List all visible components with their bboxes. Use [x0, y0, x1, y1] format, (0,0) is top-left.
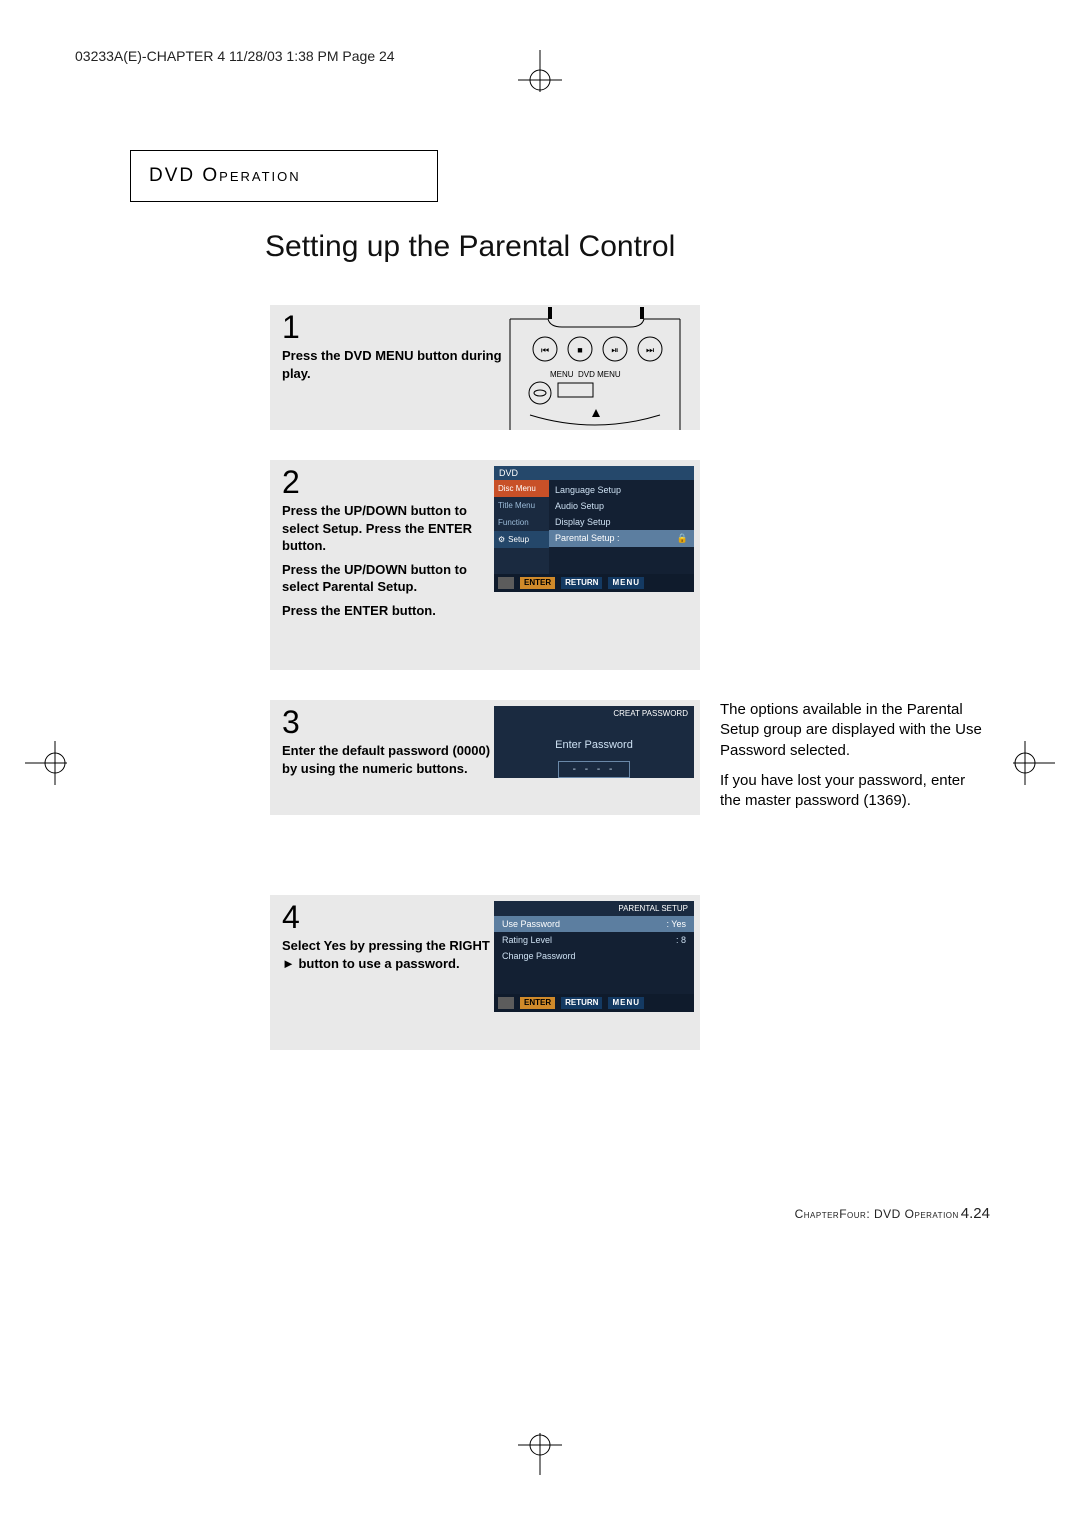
step-3-osd: CREAT PASSWORD Enter Password - - - - [490, 700, 700, 815]
remote-label-menu: MENU [550, 370, 574, 379]
step-3: 3 Enter the default password (0000) by u… [270, 700, 700, 815]
osd4-menu-badge: MENU [608, 997, 644, 1009]
svg-text:⏭: ⏭ [646, 345, 654, 355]
step-1-number: 1 [282, 309, 300, 346]
step-3-number: 3 [282, 704, 300, 741]
page-footer: ChapterFour: DVD Operation4.24 [795, 1205, 990, 1222]
step-4-osd: PARENTAL SETUP Use Password : Yes Rating… [490, 895, 700, 1050]
osd2-top: DVD [494, 466, 694, 480]
footer-section: : DVD Operation [866, 1207, 958, 1221]
step-4-text: Select Yes by pressing the RIGHT ► butto… [282, 937, 502, 972]
step-4: 4 Select Yes by pressing the RIGHT ► but… [270, 895, 700, 1050]
remote-label-dvdmenu: DVD MENU [578, 370, 621, 379]
osd2-row-audio: Audio Setup [549, 498, 694, 514]
osd4-row-1-k: Rating Level [502, 935, 552, 945]
print-header: 03233A(E)-CHAPTER 4 11/28/03 1:38 PM Pag… [75, 48, 395, 64]
osd3-password-mask: - - - - [558, 761, 630, 778]
step-2: 2 Press the UP/DOWN button to select Set… [270, 460, 700, 670]
osd4-row-2-k: Change Password [502, 951, 576, 961]
osd3-title: CREAT PASSWORD [494, 706, 694, 721]
side-note: The options available in the Parental Se… [720, 700, 990, 821]
osd4-row-rating-level: Rating Level : 8 [494, 932, 694, 948]
lock-icon [673, 533, 688, 544]
osd4-row-0-k: Use Password [502, 919, 560, 929]
osd4-enter-badge: ENTER [520, 997, 555, 1009]
osd2-side-title-menu: Title Menu [494, 497, 549, 514]
page-title: Setting up the Parental Control [265, 230, 675, 264]
section-title-prefix: DVD [149, 165, 202, 186]
osd4-row-0-v: : Yes [666, 919, 686, 929]
cropmark-bottom [510, 1415, 570, 1475]
step-2-p3: Press the ENTER button. [282, 602, 502, 620]
step-2-p2: Press the UP/DOWN button to select Paren… [282, 561, 502, 596]
osd2-row-language: Language Setup [549, 482, 694, 498]
osd2-enter-badge: ENTER [520, 577, 555, 589]
step-2-number: 2 [282, 464, 300, 501]
step-3-text: Enter the default password (0000) by usi… [282, 742, 502, 777]
cropmark-right [995, 733, 1055, 793]
step-4-text-pre: Select Yes by pressing the RIGHT [282, 938, 490, 953]
step-1: 1 Press the DVD MENU button during play.… [270, 305, 700, 430]
osd2-return-badge: RETURN [561, 577, 602, 589]
section-title-main: Operation [202, 165, 300, 186]
osd4-row-change-password: Change Password [494, 948, 694, 964]
osd2-side-setup: Setup [494, 531, 549, 548]
osd2-row-parental-selected: Parental Setup : [549, 530, 694, 547]
step-4-number: 4 [282, 899, 300, 936]
step-4-text-post: button to use a password. [295, 956, 460, 971]
right-arrow-icon: ► [282, 956, 295, 971]
section-title: DVD Operation [149, 165, 301, 186]
step-1-text: Press the DVD MENU button during play. [282, 347, 502, 382]
osd2-row-parental-label: Parental Setup : [555, 533, 620, 544]
osd2-side-function: Function [494, 514, 549, 531]
step-1-remote-graphic: ⏮ ■ ⏯ ⏭ MENU DVD MENU [490, 305, 700, 430]
note-paragraph-2: If you have lost your password, enter th… [720, 771, 990, 812]
step-2-p1: Press the UP/DOWN button to select Setup… [282, 502, 502, 555]
svg-text:■: ■ [577, 345, 582, 355]
osd2-row-display: Display Setup [549, 514, 694, 530]
cropmark-left [25, 733, 85, 793]
svg-text:⏯: ⏯ [611, 345, 618, 355]
step-2-osd: DVD Disc Menu Title Menu Function Setup … [490, 460, 700, 670]
osd3-label: Enter Password [494, 721, 694, 761]
osd2-menu-badge: MENU [608, 577, 644, 589]
osd2-side-disc-menu: Disc Menu [494, 480, 549, 497]
osd4-return-badge: RETURN [561, 997, 602, 1009]
osd4-row-use-password: Use Password : Yes [494, 916, 694, 932]
osd4-title: PARENTAL SETUP [494, 901, 694, 916]
footer-chapter: ChapterFour [795, 1207, 867, 1221]
note-paragraph-1: The options available in the Parental Se… [720, 700, 990, 761]
svg-text:⏮: ⏮ [541, 345, 549, 355]
step-2-text: Press the UP/DOWN button to select Setup… [282, 502, 502, 625]
section-title-box: DVD Operation [130, 150, 438, 202]
cropmark-top [510, 50, 570, 110]
navpad-icon [498, 577, 514, 589]
navpad-icon [498, 997, 514, 1009]
footer-page-number: 4.24 [961, 1205, 990, 1222]
osd4-row-1-v: : 8 [676, 935, 686, 945]
